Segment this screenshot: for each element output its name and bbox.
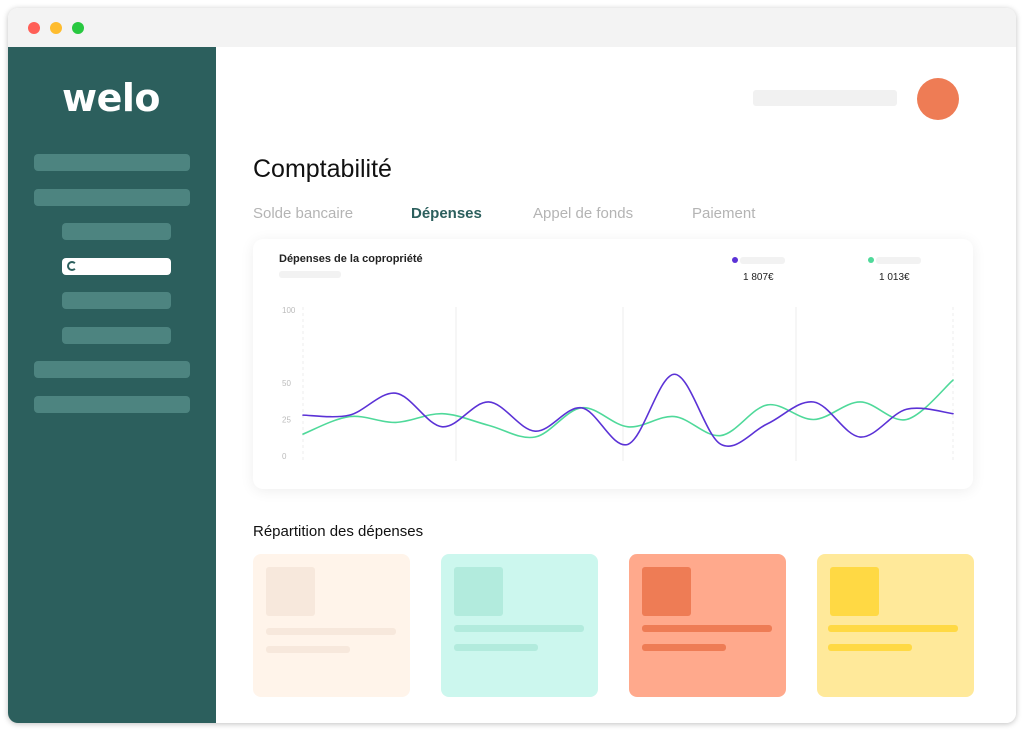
series-line-purple: [302, 373, 954, 447]
title-bar: [8, 8, 1016, 47]
y-tick-label: 0: [282, 452, 287, 461]
y-tick-label: 50: [282, 379, 291, 388]
y-tick-label: 100: [282, 306, 296, 315]
card-line-placeholder: [828, 625, 958, 632]
sidebar-item-2[interactable]: [34, 189, 190, 206]
minimize-window-button[interactable]: [50, 22, 62, 34]
sidebar-subitem-1[interactable]: [62, 223, 171, 240]
y-tick-label: 25: [282, 416, 291, 425]
expenses-chart-card: Dépenses de la copropriété 1 807€ 1 013€…: [253, 239, 973, 489]
sidebar-subitem-3[interactable]: [62, 292, 171, 309]
sidebar-item-1[interactable]: [34, 154, 190, 171]
sidebar-subitem-2-active[interactable]: [62, 258, 171, 275]
tab-paiement[interactable]: Paiement: [692, 205, 755, 222]
card-line-placeholder: [642, 625, 772, 632]
distribution-title: Répartition des dépenses: [253, 523, 424, 540]
card-line-placeholder: [828, 644, 912, 651]
loading-spinner-icon: [67, 261, 77, 271]
sidebar-subitem-4[interactable]: [62, 327, 171, 344]
main-content: Comptabilité Solde bancaire Dépenses App…: [216, 47, 1016, 723]
expense-card-3[interactable]: [629, 554, 786, 697]
series-line-green: [302, 379, 954, 439]
user-avatar[interactable]: [917, 78, 959, 120]
maximize-window-button[interactable]: [72, 22, 84, 34]
tab-solde-bancaire[interactable]: Solde bancaire: [253, 205, 353, 222]
page-title: Comptabilité: [253, 155, 392, 183]
line-chart: 100 50 25 0: [282, 306, 954, 461]
sidebar: welo: [8, 47, 216, 723]
welo-logo[interactable]: welo: [62, 79, 161, 117]
search-bar-placeholder[interactable]: [753, 90, 897, 106]
card-icon-placeholder: [642, 567, 691, 616]
expense-card-4[interactable]: [817, 554, 974, 697]
card-line-placeholder: [454, 625, 584, 632]
card-line-placeholder: [454, 644, 538, 651]
expense-card-2[interactable]: [441, 554, 598, 697]
tab-depenses[interactable]: Dépenses: [411, 205, 482, 222]
card-icon-placeholder: [830, 567, 879, 616]
sidebar-item-3[interactable]: [34, 361, 190, 378]
sidebar-item-4[interactable]: [34, 396, 190, 413]
card-icon-placeholder: [454, 567, 503, 616]
card-line-placeholder: [266, 646, 350, 653]
card-line-placeholder: [266, 628, 396, 635]
close-window-button[interactable]: [28, 22, 40, 34]
tab-appel-de-fonds[interactable]: Appel de fonds: [533, 205, 633, 222]
card-line-placeholder: [642, 644, 726, 651]
card-icon-placeholder: [266, 567, 315, 616]
app-window: welo Comptabilité Solde bancaire Dépense…: [8, 8, 1016, 723]
expense-card-1[interactable]: [253, 554, 410, 697]
